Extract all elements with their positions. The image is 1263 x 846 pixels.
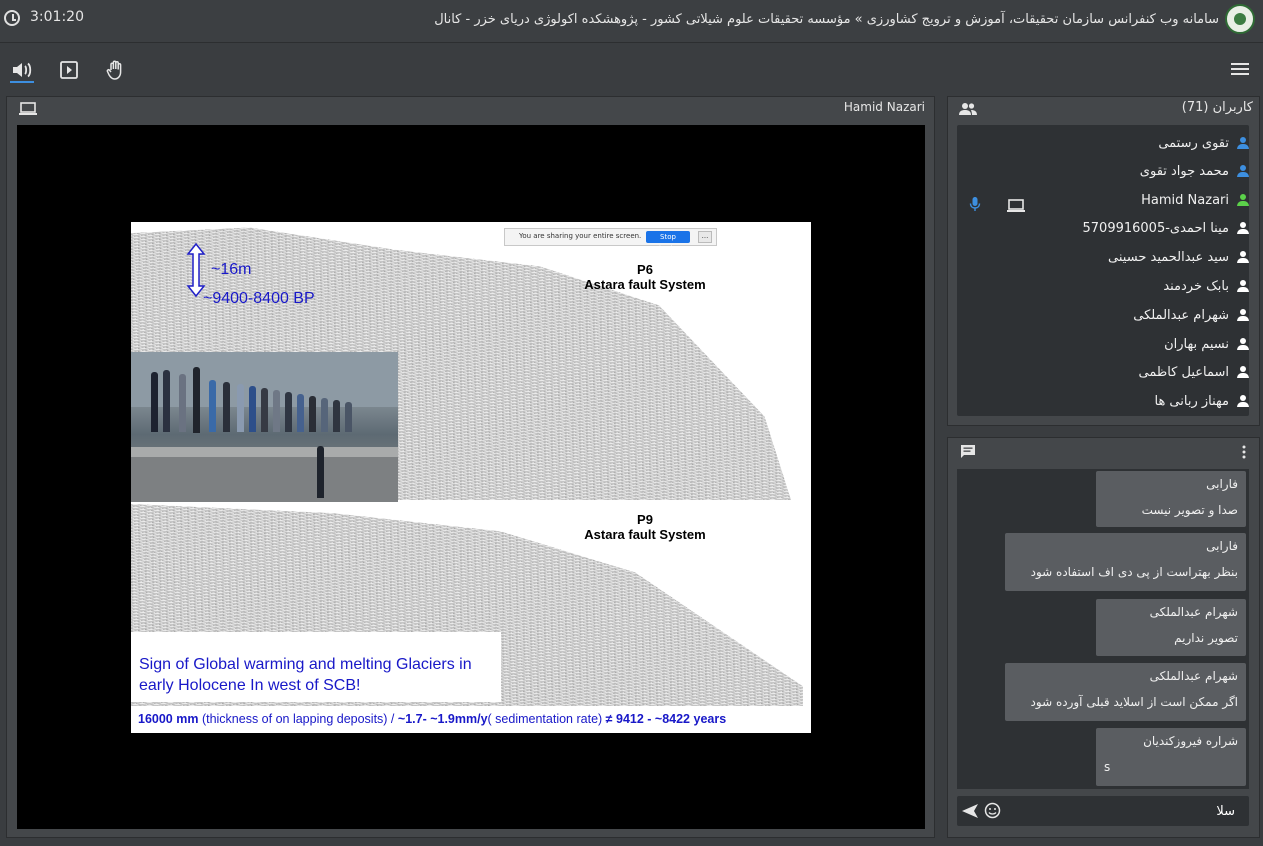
age-label: ~9400-8400 BP [203, 290, 315, 307]
menu-icon[interactable] [1231, 60, 1249, 78]
slide-headline: Sign of Global warming and melting Glaci… [139, 654, 472, 696]
user-name: سید عبدالحمید حسینی [1108, 249, 1229, 265]
user-icon [1237, 366, 1249, 378]
headline-line-2: early Holocene In west of SCB! [139, 677, 361, 694]
rate-value: ~1.7- ~1.9mm/y [397, 712, 488, 726]
user-name: بابک خردمند [1163, 278, 1229, 294]
message-author: شهرام عبدالملکی [1149, 669, 1238, 683]
thickness-value: 16000 mm [138, 712, 199, 726]
user-name: اسماعیل کاظمی [1138, 364, 1230, 380]
hand-icon [106, 60, 122, 80]
users-count-header: کاربران (71) [1181, 100, 1253, 115]
user-name: تقوی رستمی [1158, 135, 1229, 151]
user-row[interactable]: مهناز ربانی ها [1154, 387, 1249, 415]
chat-message-list: فارابی صدا و تصویر نیست فارابی بنظر بهتر… [957, 469, 1249, 789]
p9-name: Astara fault System [584, 527, 706, 542]
user-name: Hamid Nazari [1141, 192, 1229, 208]
emoji-button[interactable] [984, 802, 1001, 823]
user-name: مینا احمدی-5709916005 [1082, 220, 1229, 236]
speaker-button[interactable] [10, 58, 34, 82]
user-icon [1237, 395, 1249, 407]
user-row[interactable]: شهرام عبدالملکی [1133, 301, 1249, 329]
user-row[interactable]: Hamid Nazari [1141, 186, 1249, 214]
chat-message: شهرام عبدالملکی اگر ممکن است از اسلاید ق… [1005, 663, 1246, 721]
message-text: بنظر بهتراست از پی دی اف استفاده شود [1030, 565, 1238, 579]
send-button[interactable] [961, 803, 979, 823]
desktop-share-icon[interactable] [19, 101, 37, 120]
chat-input-bar [957, 796, 1249, 826]
message-text: صدا و تصویر نیست [1141, 503, 1238, 517]
chat-message: شراره فیروزکندیان s [1096, 728, 1246, 786]
p6-code: P6 [637, 262, 653, 277]
microphone-icon [969, 196, 981, 216]
user-icon [1237, 165, 1249, 177]
chat-options-icon[interactable] [1242, 444, 1246, 463]
user-icon [1237, 309, 1249, 321]
user-icon [1237, 222, 1249, 234]
user-name: محمد جواد تقوی [1139, 163, 1229, 179]
user-row[interactable]: تقوی رستمی [1158, 129, 1249, 157]
p6-name: Astara fault System [584, 277, 706, 292]
emoji-icon [984, 802, 1001, 819]
scale-bar-label: ~16m [211, 261, 252, 278]
user-name: مهناز ربانی ها [1154, 393, 1229, 409]
crew-photo [131, 352, 398, 502]
speaker-icon [13, 62, 32, 78]
session-timer: 3:01:20 [30, 9, 84, 25]
play-screen-icon [60, 61, 78, 79]
user-icon [1237, 194, 1249, 206]
chat-message: شهرام عبدالملکی تصویر نداریم [1096, 599, 1246, 656]
active-indicator [10, 81, 34, 83]
screen-sharing-notice: You are sharing your entire screen. Stop… [504, 228, 717, 253]
toolbar [0, 43, 1263, 93]
clock-icon [4, 10, 20, 26]
organization-logo [1225, 4, 1255, 34]
users-icon [959, 101, 977, 120]
thickness-text: (thickness of on lapping deposits) / [198, 712, 398, 726]
chat-message: فارابی بنظر بهتراست از پی دی اف استفاده … [1005, 533, 1246, 591]
sharing-notice-text: You are sharing your entire screen. [519, 232, 642, 240]
user-row[interactable]: اسماعیل کاظمی [1138, 358, 1249, 386]
user-name: شهرام عبدالملکی [1133, 307, 1229, 323]
user-icon [1237, 338, 1249, 350]
screen-sharing-icon [1007, 198, 1025, 217]
chat-message-input[interactable] [1003, 803, 1237, 820]
message-author: فارابی [1206, 477, 1238, 491]
raise-hand-button[interactable] [104, 58, 128, 82]
chat-icon [960, 444, 976, 463]
years-value: ≠ 9412 - ~8422 years [605, 712, 727, 726]
message-author: شهرام عبدالملکی [1149, 605, 1238, 619]
message-text: s [1104, 760, 1111, 774]
user-icon [1237, 251, 1249, 263]
rate-text: ( sedimentation rate) [487, 712, 606, 726]
message-author: فارابی [1206, 539, 1238, 553]
user-icon [1237, 137, 1249, 149]
chat-message: فارابی صدا و تصویر نیست [1096, 471, 1246, 527]
message-text: اگر ممکن است از اسلاید قبلی آورده شود [1030, 695, 1238, 709]
send-icon [962, 804, 978, 818]
page-title: سامانه وب کنفرانس سازمان تحقیقات، آموزش … [434, 12, 1219, 27]
message-author: شراره فیروزکندیان [1143, 734, 1238, 748]
message-text: تصویر نداریم [1174, 631, 1238, 645]
slide-footer: 16000 mm (thickness of on lapping deposi… [138, 712, 726, 726]
shared-slide: You are sharing your entire screen. Stop… [131, 222, 811, 733]
presenter-name: Hamid Nazari [843, 100, 925, 114]
user-row[interactable]: بابک خردمند [1163, 272, 1249, 300]
hide-notice-button[interactable]: ... [698, 231, 712, 243]
p9-code: P9 [637, 512, 653, 527]
user-row[interactable]: مینا احمدی-5709916005 [1083, 214, 1249, 242]
user-name: نسیم بهاران [1164, 336, 1229, 352]
user-row[interactable]: محمد جواد تقوی [1140, 157, 1249, 185]
stop-sharing-button[interactable]: Stop Sharing [646, 231, 690, 253]
user-row[interactable]: نسیم بهاران [1164, 330, 1249, 358]
p9-label: P9 Astara fault System [571, 512, 719, 542]
p6-label: P6 Astara fault System [571, 262, 719, 292]
presentation-button[interactable] [57, 58, 81, 82]
user-icon [1237, 280, 1249, 292]
user-row[interactable]: سید عبدالحمید حسینی [1108, 243, 1249, 271]
headline-line-1: Sign of Global warming and melting Glaci… [139, 656, 472, 673]
